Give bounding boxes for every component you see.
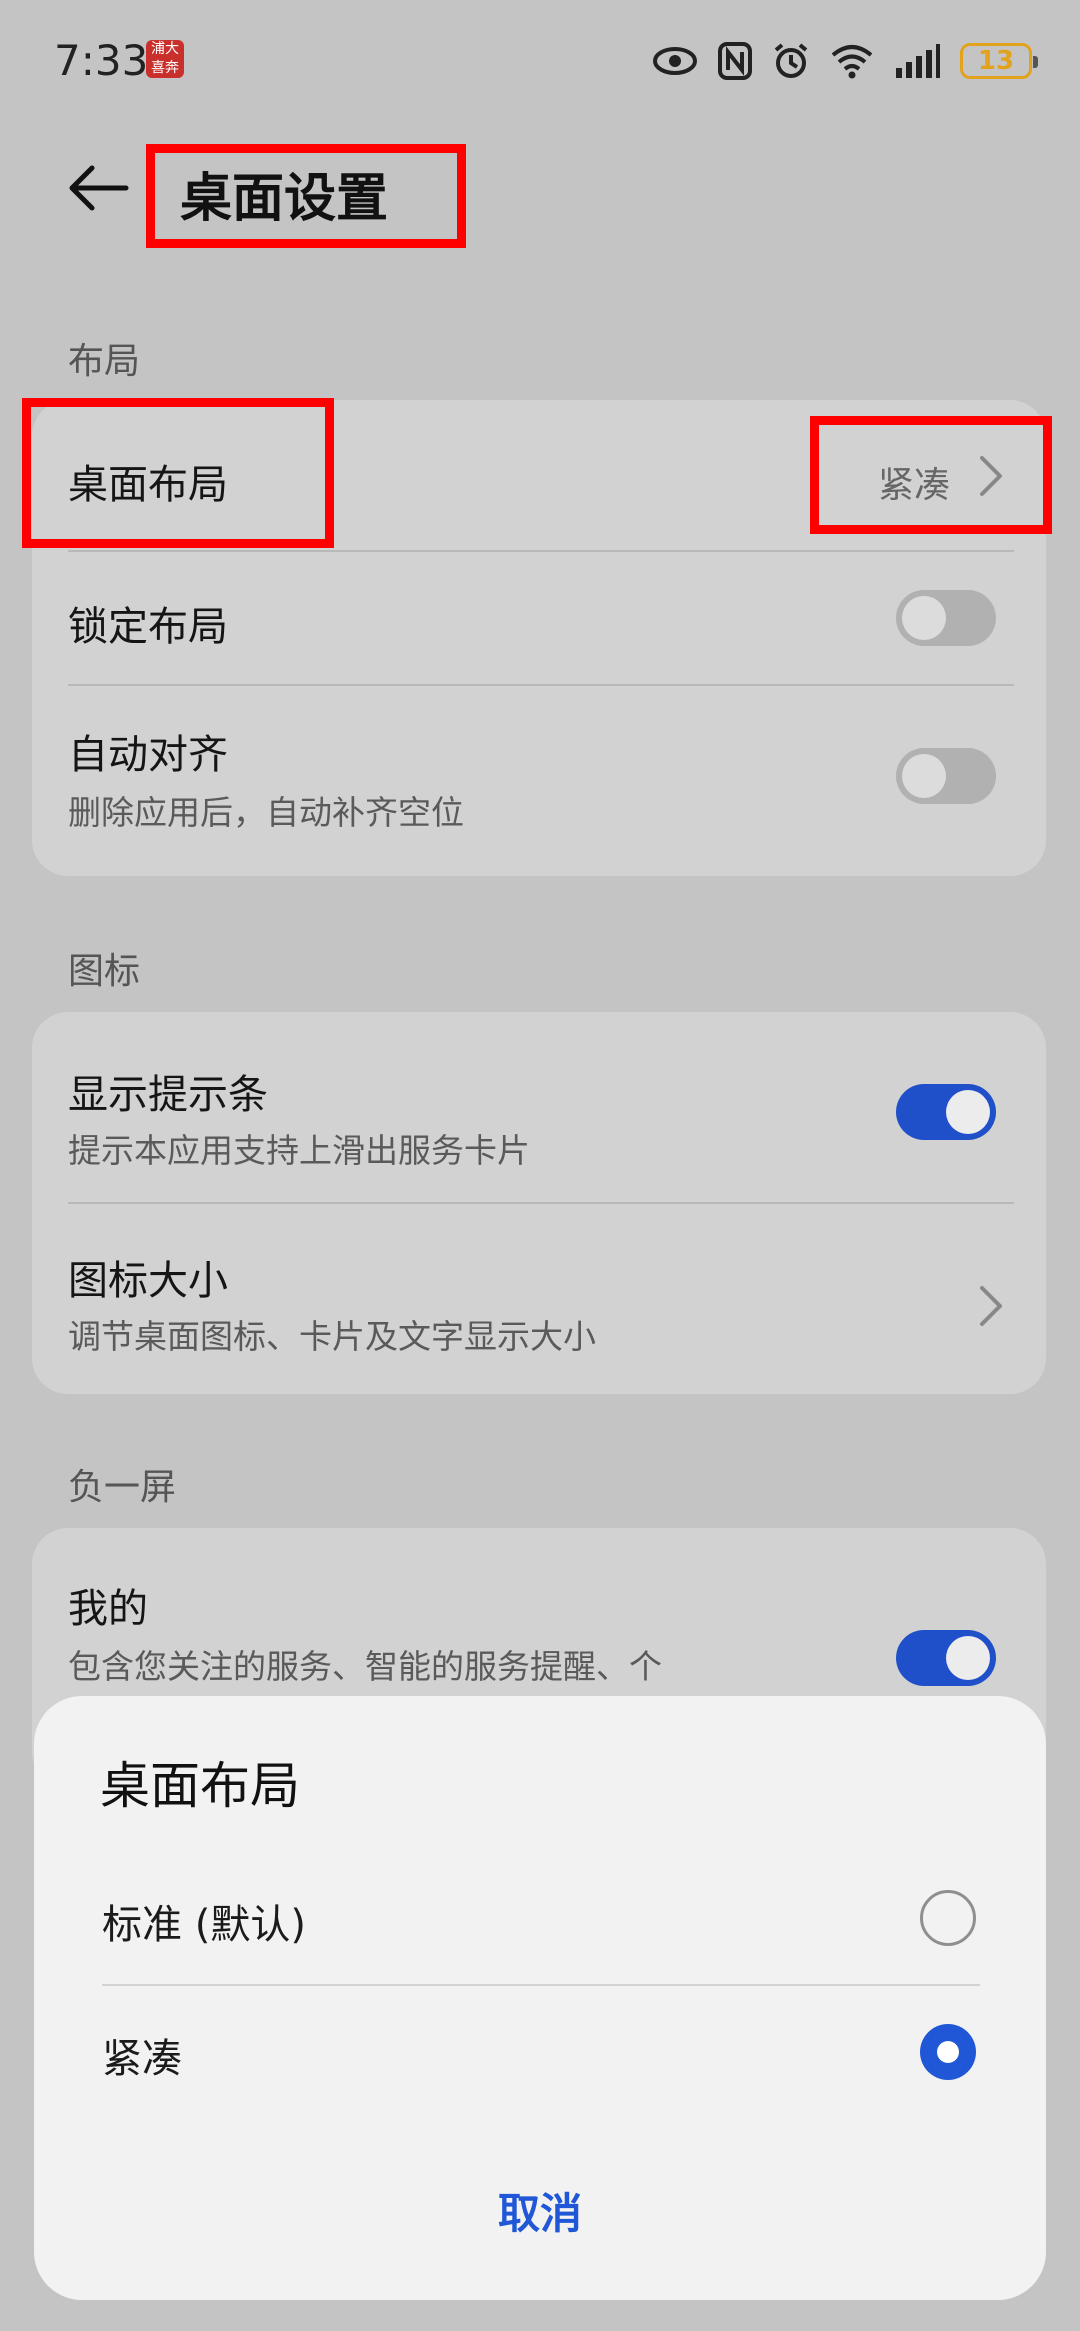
auto-align-title: 自动对齐 [68,732,228,778]
show-hint-subtitle: 提示本应用支持上滑出服务卡片 [68,1131,530,1170]
show-hint-row[interactable]: 显示提示条 提示本应用支持上滑出服务卡片 [32,1012,1046,1202]
auto-align-row[interactable]: 自动对齐 删除应用后，自动补齐空位 [32,686,1046,876]
status-time: 7:33 [54,36,149,85]
highlight-box-desktop-layout [22,398,334,548]
battery-icon: 13 [960,43,1038,79]
alarm-icon [774,43,808,78]
radio-compact[interactable] [920,2024,976,2080]
option-compact[interactable]: 紧凑 [34,1986,1046,2116]
lock-layout-row[interactable]: 锁定布局 [32,552,1046,684]
toggle-knob [902,596,946,640]
icons-card: 显示提示条 提示本应用支持上滑出服务卡片 图标大小 调节桌面图标、卡片及文字显示… [32,1012,1046,1394]
toggle-knob [946,1090,990,1134]
toggle-knob [946,1636,990,1680]
mine-subtitle: 包含您关注的服务、智能的服务提醒、个 [68,1647,662,1686]
desktop-layout-sheet: 桌面布局 标准 (默认) 紧凑 取消 [34,1696,1046,2300]
option-label: 标准 (默认) [102,1902,306,1948]
highlight-box-title [146,144,466,248]
signal-icon [896,44,940,78]
option-standard[interactable]: 标准 (默认) [34,1852,1046,1982]
icon-size-row[interactable]: 图标大小 调节桌面图标、卡片及文字显示大小 [32,1204,1046,1394]
section-label-minus-one: 负一屏 [68,1467,177,1508]
option-label: 紧凑 [102,2036,182,2082]
show-hint-toggle[interactable] [896,1084,996,1140]
battery-level: 13 [977,46,1015,76]
section-label-layout: 布局 [68,341,141,382]
section-label-icons: 图标 [68,951,141,992]
auto-align-toggle[interactable] [896,748,996,804]
nfc-icon [718,42,752,80]
chevron-right-icon [980,1286,1002,1326]
toggle-knob [902,754,946,798]
radio-standard[interactable] [920,1890,976,1946]
app-notification-icon: 浦大喜奔 [146,40,184,78]
status-bar: 7:33 浦大喜奔 13 [0,0,1080,120]
highlight-box-layout-value [810,416,1052,534]
mine-title: 我的 [68,1586,148,1632]
auto-align-subtitle: 删除应用后，自动补齐空位 [68,793,464,832]
lock-layout-toggle[interactable] [896,590,996,646]
lock-layout-title: 锁定布局 [68,604,228,650]
show-hint-title: 显示提示条 [68,1072,268,1118]
icon-size-title: 图标大小 [68,1258,228,1304]
sheet-title: 桌面布局 [100,1757,300,1815]
eye-icon [653,47,697,75]
wifi-icon [831,45,873,79]
status-icons: 13 [652,38,1038,84]
icon-size-subtitle: 调节桌面图标、卡片及文字显示大小 [68,1317,596,1356]
mine-toggle[interactable] [896,1630,996,1686]
back-arrow-icon[interactable] [66,156,130,220]
cancel-button[interactable]: 取消 [34,2164,1046,2264]
